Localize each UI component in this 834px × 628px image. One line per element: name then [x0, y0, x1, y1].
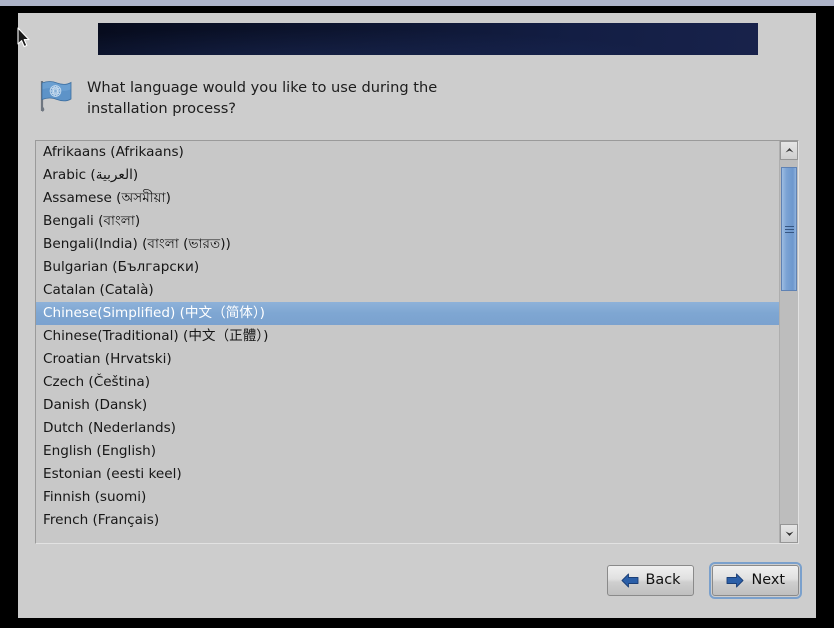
next-button-label: Next [751, 572, 785, 588]
list-item[interactable]: Finnish (suomi) [36, 486, 779, 509]
desktop-top-strip [0, 0, 834, 6]
scrollbar-grip-icon [784, 224, 794, 235]
title-banner [98, 23, 758, 55]
language-list[interactable]: Afrikaans (Afrikaans) Arabic (العربية) Ass… [36, 141, 779, 543]
title-banner-gloss [98, 23, 758, 55]
list-item[interactable]: Chinese(Traditional) (中文（正體）) [36, 325, 779, 348]
scrollbar-thumb[interactable] [781, 167, 797, 291]
screen: What language would you like to use duri… [0, 0, 834, 628]
arrow-right-icon [727, 573, 744, 587]
scrollbar-track[interactable] [780, 160, 798, 524]
vertical-scrollbar[interactable] [779, 141, 798, 543]
list-item[interactable]: Bulgarian (Български) [36, 256, 779, 279]
next-button[interactable]: Next [709, 561, 802, 599]
un-flag-icon [40, 81, 72, 112]
list-item[interactable]: French (Français) [36, 509, 779, 532]
list-item[interactable]: Afrikaans (Afrikaans) [36, 141, 779, 164]
arrow-left-icon [621, 573, 638, 587]
list-item[interactable]: English (English) [36, 440, 779, 463]
list-item[interactable]: Assamese (অসমীয়া) [36, 187, 779, 210]
list-item[interactable]: Danish (Dansk) [36, 394, 779, 417]
list-item[interactable]: Arabic (العربية) [36, 164, 779, 187]
chevron-down-icon [785, 531, 793, 536]
list-item[interactable]: Estonian (eesti keel) [36, 463, 779, 486]
installer-dialog: What language would you like to use duri… [18, 13, 816, 618]
scroll-down-button[interactable] [780, 524, 798, 543]
back-button[interactable]: Back [606, 564, 695, 596]
list-item[interactable]: Bengali (বাংলা) [36, 210, 779, 233]
header-question: What language would you like to use duri… [87, 79, 438, 118]
list-item[interactable]: Czech (Čeština) [36, 371, 779, 394]
list-item[interactable]: Croatian (Hrvatski) [36, 348, 779, 371]
scroll-up-button[interactable] [780, 141, 798, 160]
chevron-up-icon [785, 148, 793, 153]
language-listbox[interactable]: Afrikaans (Afrikaans) Arabic (العربية) Ass… [35, 140, 799, 544]
header: What language would you like to use duri… [35, 71, 795, 119]
list-item[interactable]: Bengali(India) (বাংলা (ভারত)) [36, 233, 779, 256]
back-button-label: Back [645, 572, 681, 588]
list-item[interactable]: Dutch (Nederlands) [36, 417, 779, 440]
list-item[interactable]: Catalan (Català) [36, 279, 779, 302]
footer-button-bar: Back Next [35, 559, 802, 601]
list-item[interactable]: Chinese(Simplified) (中文（简体）) [36, 302, 779, 325]
